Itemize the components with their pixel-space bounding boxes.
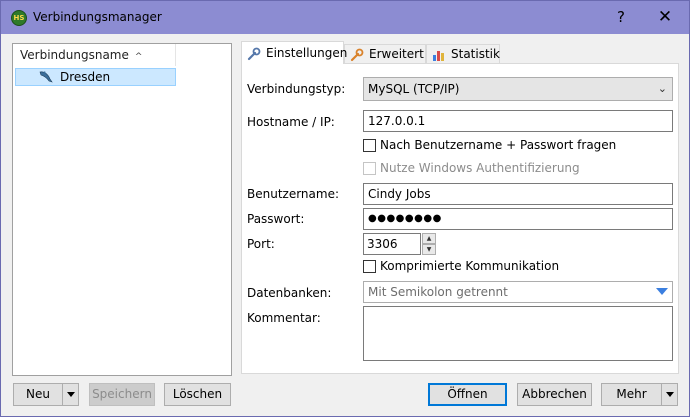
comment-label: Kommentar: [247,311,321,325]
new-dropdown-arrow-icon[interactable] [62,383,79,406]
username-label: Benutzername: [247,187,340,201]
open-button[interactable]: Öffnen [428,383,507,406]
hostname-label: Hostname / IP: [247,115,335,129]
databases-input[interactable]: Mit Semikolon getrennt [363,281,673,303]
app-logo-icon: HS [11,10,27,26]
compression-checkbox[interactable] [363,260,376,273]
save-button: Speichern [89,383,155,406]
wrench-orange-icon [350,48,364,62]
tab-settings[interactable]: Einstellungen [241,41,348,64]
column-header-connection-name[interactable]: Verbindungsname ^ [13,44,176,66]
help-button[interactable]: ? [599,1,643,34]
connection-list[interactable]: Verbindungsname ^ Dresden [12,43,232,376]
hostname-input[interactable]: 127.0.0.1 [363,110,673,132]
close-button[interactable]: ✕ [643,1,687,34]
tab-settings-label: Einstellungen [266,46,348,60]
cancel-button[interactable]: Abbrechen [517,383,592,406]
new-button[interactable]: Neu [13,383,63,406]
connection-manager-window: HS Verbindungsmanager ? ✕ Verbindungsnam… [0,0,690,417]
connection-item-label: Dresden [60,70,111,84]
connection-type-label: Verbindungstyp: [247,82,346,96]
port-label: Port: [247,237,275,251]
databases-label: Datenbanken: [247,286,332,300]
tab-statistics[interactable]: Statistik [426,44,500,63]
username-input[interactable]: Cindy Jobs [363,183,673,205]
connection-type-value: MySQL (TCP/IP) [368,82,460,96]
tab-advanced-label: Erweitert [369,47,424,61]
ask-credentials-checkbox[interactable] [363,139,376,152]
more-dropdown-arrow-icon[interactable] [661,383,678,406]
stepper-up-icon[interactable]: ▲ [422,233,436,244]
connection-item-dresden[interactable]: Dresden [15,68,176,86]
dolphin-icon [39,71,53,83]
title-bar: HS Verbindungsmanager ? ✕ [1,1,689,34]
ask-credentials-label: Nach Benutzername + Passwort fragen [380,138,617,152]
tab-statistics-label: Statistik [451,47,500,61]
password-input[interactable]: ●●●●●●●● [363,208,673,230]
port-input[interactable]: 3306 [363,233,421,255]
delete-button[interactable]: Löschen [164,383,231,406]
windows-auth-label: Nutze Windows Authentifizierung [380,161,580,175]
stepper-down-icon[interactable]: ▼ [422,244,436,255]
wrench-icon [247,47,261,61]
chevron-down-icon: ⌄ [657,82,667,95]
bar-chart-icon [433,51,444,61]
compression-label: Komprimierte Kommunikation [380,259,560,273]
password-label: Passwort: [247,212,305,226]
tab-advanced[interactable]: Erweitert [344,44,426,63]
dropdown-arrow-icon[interactable] [656,288,668,295]
windows-auth-checkbox [363,162,376,175]
databases-placeholder: Mit Semikolon getrennt [368,285,508,299]
more-button[interactable]: Mehr [601,383,662,406]
port-stepper[interactable]: ▲ ▼ [422,233,436,255]
sort-ascending-icon: ^ [134,52,143,62]
comment-textarea[interactable] [363,306,673,361]
column-header-label: Verbindungsname [20,48,129,62]
window-title: Verbindungsmanager [33,10,162,24]
connection-type-select[interactable]: MySQL (TCP/IP) ⌄ [363,77,673,101]
